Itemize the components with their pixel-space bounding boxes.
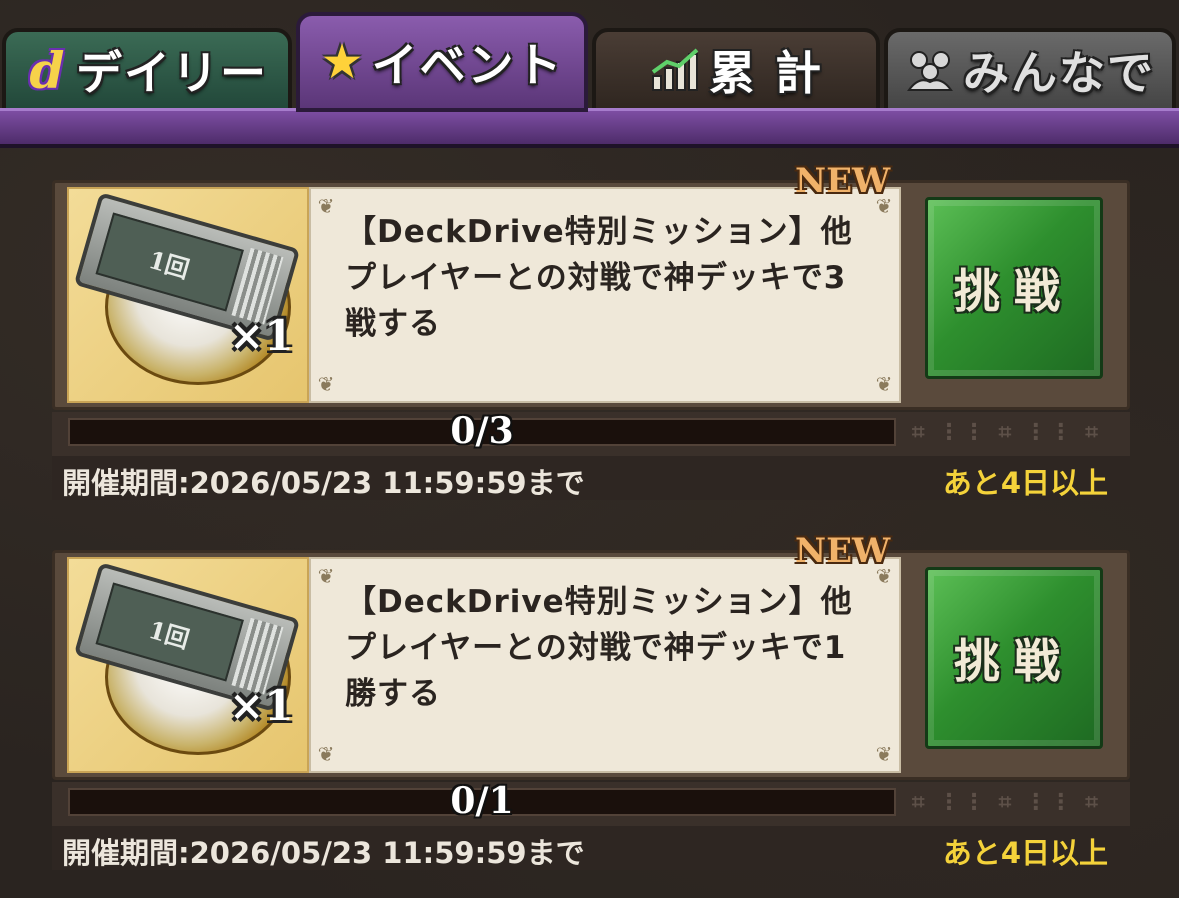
challenge-button-label: 挑戦 — [954, 264, 1074, 318]
mission-card: 1回 ×1 ❦ ❦ ❦ ❦ 【DeckDrive特別ミッション】他プレイヤーとの… — [52, 531, 1130, 870]
progress-text: 0/1 — [450, 780, 514, 822]
challenge-button-label: 挑戦 — [954, 634, 1074, 688]
decorative-runes: ⌗ ⋮⋮ ⌗ ⋮⋮ ⌗ — [912, 790, 1101, 815]
tab-all-label: みんなで — [963, 46, 1155, 100]
ornament-icon: ❦ — [317, 742, 335, 766]
event-period: 開催期間:2026/05/23 11:59:59まで — [62, 836, 585, 870]
tab-underline-bar — [0, 108, 1179, 148]
chart-icon — [649, 48, 701, 92]
star-icon: ★ — [320, 34, 364, 90]
tab-event[interactable]: ★ イベント — [296, 12, 588, 112]
progress-row: 0/1 ⌗ ⋮⋮ ⌗ ⋮⋮ ⌗ — [52, 780, 1130, 826]
ticket-label: 1回 — [95, 212, 244, 312]
challenge-button[interactable]: 挑戦 — [925, 567, 1103, 749]
reward-panel: 1回 ×1 — [67, 557, 309, 773]
ornament-icon: ❦ — [317, 564, 335, 588]
remaining-time: あと4日以上 — [942, 466, 1108, 500]
tab-all[interactable]: みんなで — [884, 28, 1176, 112]
event-period: 開催期間:2026/05/23 11:59:59まで — [62, 466, 585, 500]
mission-description: 【DeckDrive特別ミッション】他プレイヤーとの対戦で神デッキで3戦する — [345, 214, 853, 342]
period-row: 開催期間:2026/05/23 11:59:59まで あと4日以上 — [52, 826, 1130, 870]
daily-d-icon: d — [29, 40, 65, 100]
tab-event-label: イベント — [371, 38, 564, 92]
reward-quantity: ×1 — [229, 311, 294, 360]
progress-text: 0/3 — [450, 410, 514, 452]
mission-card: 1回 ×1 ❦ ❦ ❦ ❦ 【DeckDrive特別ミッション】他プレイヤーとの… — [52, 161, 1130, 500]
period-row: 開催期間:2026/05/23 11:59:59まで あと4日以上 — [52, 456, 1130, 500]
mission-frame: 1回 ×1 ❦ ❦ ❦ ❦ 【DeckDrive特別ミッション】他プレイヤーとの… — [52, 531, 1130, 780]
tab-daily-label: デイリー — [76, 46, 268, 100]
decorative-runes: ⌗ ⋮⋮ ⌗ ⋮⋮ ⌗ — [912, 420, 1101, 445]
mission-text-panel: ❦ ❦ ❦ ❦ 【DeckDrive特別ミッション】他プレイヤーとの対戦で神デッ… — [309, 557, 901, 773]
ornament-icon: ❦ — [875, 372, 893, 396]
ticket-label: 1回 — [95, 582, 244, 682]
reward-panel: 1回 ×1 — [67, 187, 309, 403]
reward-quantity: ×1 — [229, 681, 294, 730]
tab-daily[interactable]: d デイリー — [2, 28, 292, 112]
tab-total-label: 累 計 — [708, 46, 823, 100]
people-icon — [905, 48, 955, 92]
new-badge: NEW — [795, 531, 891, 571]
remaining-time: あと4日以上 — [942, 836, 1108, 870]
tab-bar: d デイリー 累 計 みんなで ★ イベント — [0, 0, 1179, 150]
mission-description: 【DeckDrive特別ミッション】他プレイヤーとの対戦で神デッキで1勝する — [345, 584, 853, 712]
mission-frame: 1回 ×1 ❦ ❦ ❦ ❦ 【DeckDrive特別ミッション】他プレイヤーとの… — [52, 161, 1130, 410]
mission-text-panel: ❦ ❦ ❦ ❦ 【DeckDrive特別ミッション】他プレイヤーとの対戦で神デッ… — [309, 187, 901, 403]
ornament-icon: ❦ — [317, 372, 335, 396]
new-badge: NEW — [795, 161, 891, 201]
ornament-icon: ❦ — [317, 194, 335, 218]
ornament-icon: ❦ — [875, 742, 893, 766]
tab-total[interactable]: 累 計 — [592, 28, 880, 112]
challenge-button[interactable]: 挑戦 — [925, 197, 1103, 379]
progress-row: 0/3 ⌗ ⋮⋮ ⌗ ⋮⋮ ⌗ — [52, 410, 1130, 456]
